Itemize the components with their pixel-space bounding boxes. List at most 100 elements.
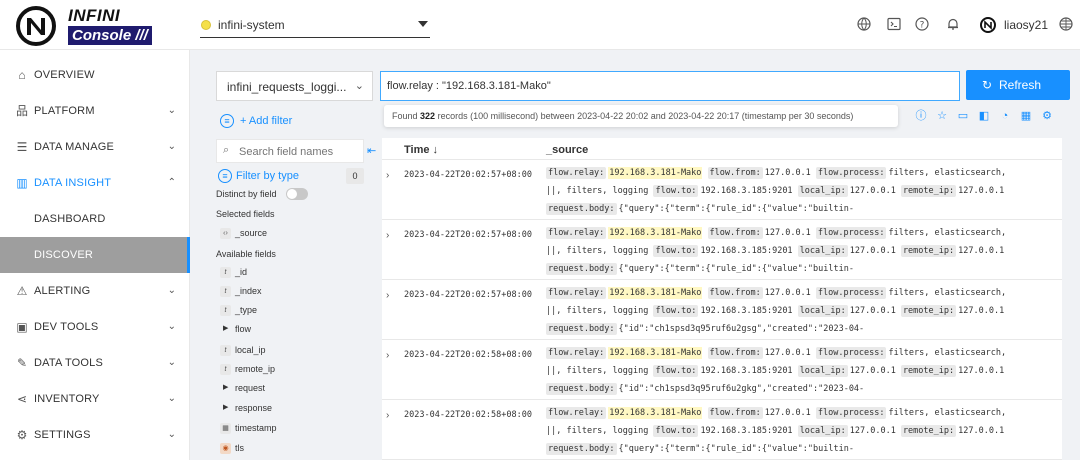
logo[interactable]: INFINI Console /// [16,6,166,46]
source-value: 127.0.0.1 [958,246,1005,256]
geo-icon: ◉ [220,443,231,454]
source-value-highlight: 192.168.3.181-Mako [608,347,703,359]
source-key: flow.from: [707,347,763,359]
table-row[interactable]: › 2023-04-22T20:02:58+08:00 flow.relay: 192… [382,400,1062,460]
filter-icon: ≡ [220,114,234,128]
row-time: 2023-04-22T20:02:57+08:00 [404,230,532,240]
expand-row-icon[interactable]: › [386,350,389,361]
sidebar-item-label: DISCOVER [34,249,94,261]
sidebar-item-label: DASHBOARD [34,213,106,225]
source-value: ||, filters, logging [546,306,649,316]
source-value: 127.0.0.1 [958,186,1005,196]
filter-by-type-label: Filter by type [236,170,299,182]
table-row[interactable]: › 2023-04-22T20:02:57+08:00 flow.relay: 192… [382,160,1062,220]
collapse-panel-icon[interactable]: ⇤ [367,144,376,157]
logo-text-top: INFINI [68,6,121,25]
layout-icon[interactable]: ◧ [977,109,991,123]
star-icon[interactable]: ☆ [935,109,949,123]
available-field[interactable]: t _index [216,284,366,302]
chevron-down-icon: ⌄ [167,141,176,152]
refresh-button[interactable]: ↻ Refresh [966,70,1070,100]
available-field[interactable]: t remote_ip [216,362,366,380]
cluster-status-dot [201,20,211,30]
selected-fields-title: Selected fields [216,209,275,219]
available-field[interactable]: ◉ tls [216,441,366,459]
sidebar-item-settings[interactable]: ⚙ SETTINGS ⌄ [0,417,190,453]
field-search-input[interactable] [239,146,359,158]
text-type-icon: t [220,267,231,278]
row-time: 2023-04-22T20:02:57+08:00 [404,290,532,300]
source-key: flow.from: [707,227,763,239]
expand-row-icon[interactable]: › [386,170,389,181]
table-row[interactable]: › 2023-04-22T20:02:57+08:00 flow.relay: 192… [382,220,1062,280]
logo-text-bottom: Console /// [68,26,152,45]
sidebar-item-alerting[interactable]: ⚠ ALERTING ⌄ [0,273,190,309]
table-row[interactable]: › 2023-04-22T20:02:57+08:00 flow.relay: 192… [382,280,1062,340]
available-field[interactable]: t _type [216,303,366,321]
expand-row-icon[interactable]: › [386,230,389,241]
available-field[interactable]: ▦ timestamp [216,421,366,439]
distinct-toggle[interactable] [286,188,308,200]
sidebar-item-data-insight[interactable]: ▥ DATA INSIGHT ⌃ [0,165,190,201]
source-key: flow.relay: [546,347,607,359]
sidebar-item-platform[interactable]: 品 PLATFORM ⌄ [0,93,190,129]
source-key: flow.process: [815,407,887,419]
bell-icon[interactable] [945,17,961,33]
sidebar-item-overview[interactable]: ⌂ OVERVIEW [0,57,190,93]
cluster-icon: 品 [15,104,28,118]
globe-icon[interactable] [856,17,872,33]
sidebar-item-discover[interactable]: DISCOVER [0,237,190,273]
folder-icon[interactable]: ▭ [956,109,970,123]
text-type-icon: t [220,286,231,297]
sidebar-item-inventory[interactable]: ⋖ INVENTORY ⌄ [0,381,190,417]
query-input[interactable]: flow.relay : "192.168.3.181-Mako" [380,71,960,101]
info-icon[interactable]: ⓘ [914,109,928,123]
sidebar-item-data-tools[interactable]: ✎ DATA TOOLS ⌄ [0,345,190,381]
source-value: ||, filters, logging [546,366,649,376]
user-name[interactable]: liaosy21 [1004,18,1048,32]
available-field-group[interactable]: ▶ flow [216,322,366,340]
table-icon[interactable]: ▦ [1019,109,1033,123]
help-icon[interactable]: ? [914,17,930,33]
expand-row-icon[interactable]: › [386,410,389,421]
column-header-source[interactable]: _source [546,144,588,156]
available-field-group[interactable]: ▶ request [216,381,366,399]
field-name: remote_ip [235,364,276,374]
cluster-select[interactable]: infini-system [200,12,430,38]
source-value: 127.0.0.1 [764,348,811,358]
source-key: flow.process: [815,227,887,239]
settings-icon[interactable]: ⚙ [1040,109,1054,123]
table-row[interactable]: › 2023-04-22T20:02:58+08:00 flow.relay: 192… [382,340,1062,400]
available-field[interactable]: t _id [216,265,366,283]
selected-field[interactable]: ‹› _source [216,226,366,244]
source-value: filters, elasticsearch, [888,228,1007,238]
source-key: flow.from: [707,287,763,299]
calendar-icon: ▦ [220,423,231,434]
terminal-icon[interactable] [886,17,902,33]
source-key: flow.to: [653,245,699,257]
sidebar-item-dashboard[interactable]: DASHBOARD [0,201,190,237]
field-name: request [235,383,266,393]
column-header-time[interactable]: Time ↓ [404,144,438,156]
expand-row-icon[interactable]: › [386,290,389,301]
user-avatar-icon[interactable] [980,17,996,33]
sidebar-item-dev-tools[interactable]: ▣ DEV TOOLS ⌄ [0,309,190,345]
tool-icon: ✎ [16,356,28,370]
field-search[interactable]: ⌕ [216,139,364,163]
sidebar-item-label: PLATFORM [34,105,95,117]
caret-right-icon: ▶ [223,325,229,332]
filter-by-type[interactable]: ≡ Filter by type 0 [216,168,364,186]
pie-chart-icon[interactable]: ◔ [998,109,1012,123]
source-key: remote_ip: [900,245,957,257]
chart-icon: ▥ [16,176,28,190]
source-key: flow.process: [815,167,887,179]
language-icon[interactable] [1058,17,1074,33]
row-source: flow.relay: 192.168.3.181-Mako flow.from:… [546,224,1046,278]
source-value: 127.0.0.1 [764,168,811,178]
index-pattern-select[interactable]: infini_requests_loggi... ⌄ [216,71,373,101]
available-field[interactable]: t local_ip [216,343,366,361]
source-key: remote_ip: [900,365,957,377]
sidebar-item-data-manage[interactable]: ☰ DATA MANAGE ⌄ [0,129,190,165]
distinct-label: Distinct by field [216,189,277,199]
available-field-group[interactable]: ▶ response [216,401,366,419]
